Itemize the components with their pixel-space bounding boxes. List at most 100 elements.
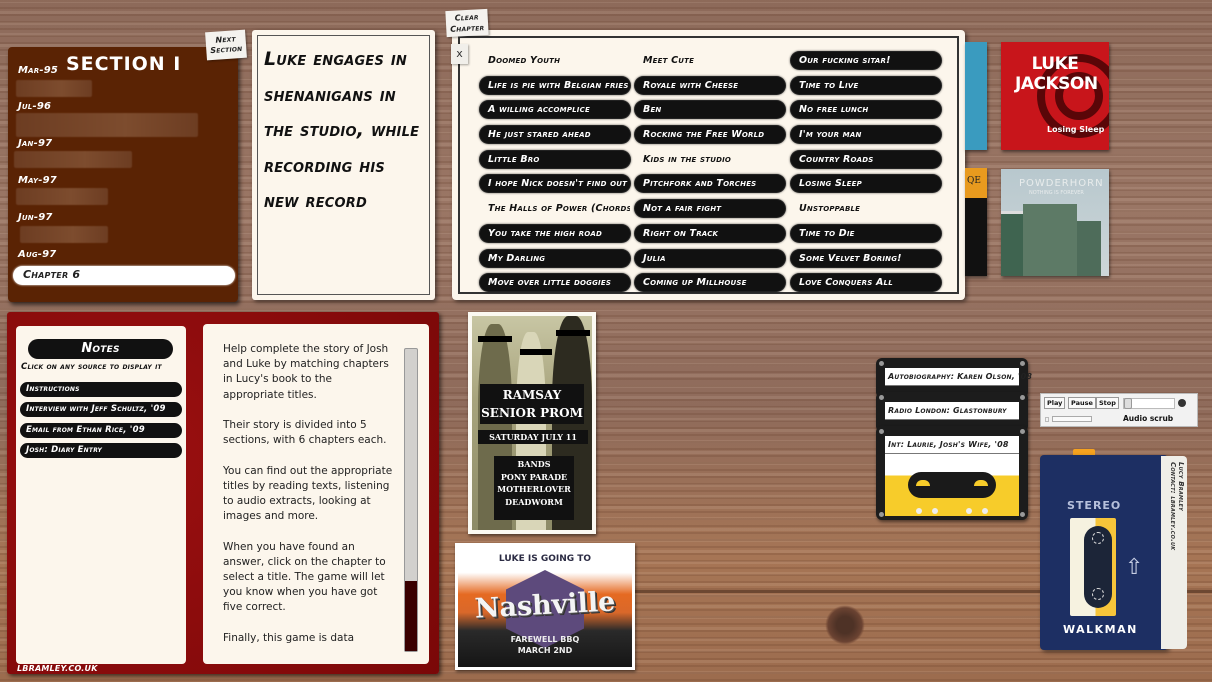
- notes-hint: Click on any source to display it: [21, 362, 162, 372]
- title-option[interactable]: Coming up Millhouse: [635, 274, 785, 292]
- title-option[interactable]: I'm your man: [791, 126, 941, 144]
- chapter-date: Mar-95: [18, 65, 59, 76]
- cassette-label: Int: Laurie, Josh's Wife, '08: [885, 436, 1019, 454]
- flyer-title: Nashville: [473, 586, 617, 625]
- source-email-ethan-rice[interactable]: Email from Ethan Rice, '09: [20, 423, 182, 438]
- chapter-slot-6-selected[interactable]: Chapter 6: [13, 266, 235, 285]
- volume-slider[interactable]: [1123, 398, 1175, 409]
- title-option[interactable]: Time to Live: [791, 76, 941, 94]
- site-link[interactable]: LBRAMLEY.CO.UK: [17, 664, 98, 673]
- reel-icon: [1092, 532, 1104, 544]
- title-option[interactable]: Some Velvet Boring!: [791, 249, 941, 267]
- poster-bands: BANDS PONY PARADE MOTHERLOVER DEADWORM: [494, 456, 574, 520]
- walkman-stereo-label: STEREO: [1067, 499, 1122, 512]
- cassette-stack: Autobiography: Karen Olson, '08 Radio Lo…: [876, 358, 1032, 520]
- title-option[interactable]: Royale with Cheese: [635, 76, 785, 94]
- title-option[interactable]: I hope Nick doesn't find out: [480, 175, 630, 193]
- title-option[interactable]: Life is pie with Belgian fries: [480, 76, 630, 94]
- notes-heading: Notes: [28, 339, 173, 359]
- chapter-description: Luke engages in shenanigans in the studi…: [264, 48, 420, 212]
- titles-column-3: Our fucking sitar! Time to Live No free lu…: [791, 52, 941, 299]
- title-option[interactable]: A willing accomplice: [480, 101, 630, 119]
- walkman-side-label: Lucy Bramley Contact: lbramley.co.uk: [1161, 456, 1187, 649]
- title-option[interactable]: Kids in the studio: [635, 151, 785, 168]
- title-option[interactable]: Country Roads: [791, 150, 941, 168]
- cassette-window: [908, 472, 996, 498]
- title-option[interactable]: Meet Cute: [635, 52, 785, 69]
- title-option[interactable]: Pitchfork and Torches: [635, 175, 785, 193]
- title-option[interactable]: Doomed Youth: [480, 52, 630, 69]
- album-cover-powderhorn[interactable]: POWDERHORN NOTHING IS FOREVER: [1001, 169, 1109, 276]
- title-option[interactable]: Unstoppable: [791, 200, 941, 217]
- titles-column-2: Meet Cute Royale with Cheese Ben Rocking th…: [635, 52, 785, 299]
- audio-scrub-bar[interactable]: [1052, 416, 1092, 422]
- title-option[interactable]: Losing Sleep: [791, 175, 941, 193]
- title-option[interactable]: Rocking the Free World: [635, 126, 785, 144]
- title-option[interactable]: Our fucking sitar!: [791, 52, 941, 69]
- walkman-logo: WALKMAN: [1063, 623, 1138, 636]
- title-option[interactable]: You take the high road: [480, 224, 630, 242]
- title-option[interactable]: He just stared ahead: [480, 126, 630, 144]
- title-option[interactable]: Love Conquers All: [791, 274, 941, 292]
- title-option[interactable]: My Darling: [480, 249, 630, 267]
- album-cover-luke-jackson[interactable]: LUKE JACKSON Losing Sleep: [1001, 42, 1109, 150]
- nashville-flyer-image[interactable]: LUKE IS GOING TO Nashville FAREWELL BBQ M…: [455, 543, 635, 670]
- author-contact: Contact: lbramley.co.uk: [1169, 462, 1177, 551]
- chapter-date: Aug-97: [18, 249, 57, 260]
- scrollbar-thumb[interactable]: [405, 581, 417, 651]
- title-option[interactable]: Move over little doggies: [480, 274, 630, 292]
- source-interview-jeff-schultz[interactable]: Interview with Jeff Schultz, '09: [20, 402, 182, 417]
- source-josh-diary[interactable]: Josh: Diary Entry: [20, 443, 182, 458]
- scrub-handle[interactable]: [1045, 417, 1049, 422]
- title-option[interactable]: No free lunch: [791, 101, 941, 119]
- notes-source-list: Notes Click on any source to display it …: [16, 326, 186, 664]
- album-artist: LUKE JACKSON: [1015, 54, 1098, 94]
- title-option[interactable]: Time to Die: [791, 224, 941, 242]
- stop-button[interactable]: Stop: [1096, 397, 1119, 409]
- album-cover-orange-partial[interactable]: QE: [965, 168, 987, 276]
- walkman-deck: [1070, 518, 1116, 616]
- wood-knot: [825, 605, 865, 645]
- title-option[interactable]: Not a fair fight: [635, 200, 785, 218]
- pause-button[interactable]: Pause: [1068, 397, 1096, 409]
- cassette-label: Radio London: Glastonbury: [885, 402, 1019, 420]
- chapter-date: May-97: [18, 175, 57, 186]
- title-option[interactable]: Right on Track: [635, 224, 785, 242]
- chapter-slot-5[interactable]: [20, 226, 108, 243]
- chapter-date: Jul-96: [18, 101, 52, 112]
- titles-board: Doomed Youth Life is pie with Belgian fri…: [452, 30, 965, 300]
- instructions-text: Help complete the story of Josh and Luke…: [223, 343, 393, 644]
- next-section-button[interactable]: Next Section: [205, 29, 247, 61]
- titles-column-1: Doomed Youth Life is pie with Belgian fri…: [480, 52, 630, 299]
- title-option[interactable]: Little Bro: [480, 150, 630, 168]
- eject-arrow-icon[interactable]: ⇧: [1125, 555, 1143, 580]
- chapter-slot-1[interactable]: [16, 80, 92, 97]
- volume-knob[interactable]: [1124, 398, 1132, 409]
- source-instructions[interactable]: Instructions: [20, 382, 182, 397]
- walkman-player[interactable]: STEREO ⇧ WALKMAN: [1040, 455, 1168, 650]
- section-panel: SECTION I Mar-95 Jul-96 Jan-97 May-97 Ju…: [8, 47, 238, 302]
- title-option[interactable]: Julia: [635, 249, 785, 267]
- album-cover-blue-partial[interactable]: [965, 42, 987, 150]
- play-button[interactable]: Play: [1044, 397, 1066, 409]
- close-icon[interactable]: x: [451, 44, 468, 64]
- flyer-details: FAREWELL BBQ MARCH 2ND: [510, 635, 580, 655]
- section-title: SECTION I: [66, 53, 182, 75]
- chapter-date: Jan-97: [18, 138, 53, 149]
- record-indicator-icon: [1178, 399, 1186, 407]
- cassette-laurie-interview[interactable]: Int: Laurie, Josh's Wife, '08: [876, 426, 1028, 520]
- prom-poster-image[interactable]: RAMSAY SENIOR PROM SATURDAY JULY 11 BANDS…: [468, 312, 596, 534]
- chapter-slot-2[interactable]: [16, 113, 198, 137]
- audio-scrub-label: Audio scrub: [1123, 414, 1174, 423]
- instructions-scrollbar[interactable]: [404, 348, 418, 652]
- author-name: Lucy Bramley: [1177, 462, 1185, 511]
- clear-chapter-button[interactable]: Clear Chapter: [445, 8, 489, 38]
- album-title: Losing Sleep: [1047, 125, 1105, 134]
- title-option[interactable]: Ben: [635, 101, 785, 119]
- album-subtitle: NOTHING IS FOREVER: [1029, 190, 1084, 196]
- chapter-slot-4[interactable]: [16, 188, 108, 205]
- cassette-label: Autobiography: Karen Olson, '08: [885, 368, 1032, 386]
- chapter-slot-3[interactable]: [14, 151, 132, 168]
- reel-icon: [1092, 588, 1104, 600]
- title-option[interactable]: The Halls of Power (Chords): [480, 200, 630, 217]
